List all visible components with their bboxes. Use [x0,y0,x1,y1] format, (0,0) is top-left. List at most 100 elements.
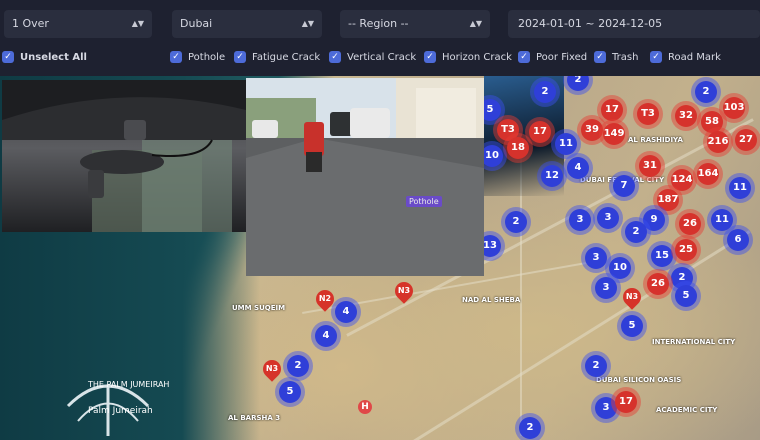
chevron-updown-icon: ▲▼ [301,19,314,28]
map-cluster[interactable]: 3 [597,207,619,229]
map-cluster[interactable]: 2 [534,81,556,103]
pin-label: N3 [397,286,411,295]
map-pin[interactable]: N3 [391,278,417,304]
map-cluster[interactable]: 15 [651,245,673,267]
map-cluster[interactable]: 2 [695,81,717,103]
map-cluster[interactable]: T3 [637,103,659,125]
severity-select[interactable]: 1 Over ▲▼ [4,10,152,38]
map-cluster[interactable]: 5 [279,381,301,403]
map-label-area: AL BARSHA 3 [228,414,281,422]
checkbox-label: Vertical Crack [347,51,417,63]
map-cluster[interactable]: 39 [581,119,603,141]
checkbox-unselect-all[interactable]: ✓ Unselect All [2,50,87,64]
map-cluster[interactable]: 18 [507,137,529,159]
map-cluster[interactable]: 4 [335,301,357,323]
map-cluster[interactable]: 2 [287,355,309,377]
map-cluster[interactable]: 6 [727,229,749,251]
map-cluster[interactable]: 32 [675,105,697,127]
map-cluster[interactable]: 3 [585,247,607,269]
street-video[interactable]: Pothole [246,78,484,276]
map-cluster[interactable]: 4 [315,325,337,347]
pin-label: N3 [625,292,639,301]
map-cluster[interactable]: 2 [519,417,541,439]
checkbox-trash[interactable]: ✓ Trash [594,50,638,64]
map-cluster[interactable]: 2 [585,355,607,377]
dashcam-video[interactable] [2,80,246,232]
map-cluster[interactable]: 2 [505,211,527,233]
region-value: -- Region -- [348,17,409,30]
map-cluster[interactable]: 17 [615,391,637,413]
map-cluster[interactable]: 12 [541,165,563,187]
map-pin[interactable]: N2 [312,286,338,312]
map-cluster[interactable]: 58 [701,111,723,133]
check-icon: ✓ [424,51,436,63]
map-cluster[interactable]: 149 [603,123,625,145]
checkbox-label: Poor Fixed [536,51,588,63]
map-label-area: INTERNATIONAL CITY [652,338,736,346]
map-pin[interactable]: N3 [259,356,285,382]
check-icon: ✓ [234,51,246,63]
checkbox-fatigue-crack[interactable]: ✓ Fatigue Crack [234,50,320,64]
checkbox-label: Pothole [188,51,226,63]
map-cluster[interactable]: 26 [647,273,669,295]
map-cluster[interactable]: 3 [595,277,617,299]
map-cluster[interactable]: 4 [567,157,589,179]
severity-value: 1 Over [12,17,49,30]
checkbox-label: Fatigue Crack [252,51,321,63]
map-label-area: UMM SUQEIM [232,304,286,312]
map-cluster[interactable]: 216 [707,131,729,153]
map-cluster[interactable]: 5 [621,315,643,337]
detection-label-pothole: Pothole [406,196,442,207]
checkbox-horizon-crack[interactable]: ✓ Horizon Crack [424,50,512,64]
checkbox-road-mark[interactable]: ✓ Road Mark [650,50,721,64]
chevron-updown-icon: ▲▼ [131,19,144,28]
map-label-area: NAD AL SHEBA [462,296,521,304]
region-select[interactable]: -- Region -- ▲▼ [340,10,490,38]
checkbox-pothole[interactable]: ✓ Pothole [170,50,225,64]
date-range-input[interactable]: 2024-01-01 ~ 2024-12-05 [508,10,760,38]
map-cluster[interactable]: 124 [671,169,693,191]
map-cluster[interactable]: 10 [481,145,503,167]
city-select[interactable]: Dubai ▲▼ [172,10,322,38]
map-cluster[interactable]: 11 [711,209,733,231]
checkbox-label: Horizon Crack [442,51,512,63]
map-cluster[interactable]: 3 [569,209,591,231]
map-cluster[interactable]: 25 [675,239,697,261]
map-cluster[interactable]: 7 [613,175,635,197]
check-icon: ✓ [2,51,14,63]
chevron-updown-icon: ▲▼ [469,19,482,28]
check-icon: ✓ [594,51,606,63]
map-cluster[interactable]: 103 [723,97,745,119]
map-cluster[interactable]: 187 [657,189,679,211]
checkbox-label: Trash [612,51,639,63]
map-cluster[interactable]: 3 [595,397,617,419]
map-cluster[interactable]: 27 [735,129,757,151]
checkbox-vertical-crack[interactable]: ✓ Vertical Crack [329,50,416,64]
map-cluster[interactable]: 17 [601,99,623,121]
map-cluster[interactable]: 26 [679,213,701,235]
map-cluster[interactable]: 11 [555,133,577,155]
map-cluster[interactable]: 2 [625,221,647,243]
filter-bar: 1 Over ▲▼ Dubai ▲▼ -- Region -- ▲▼ 2024-… [0,0,760,76]
map-cluster[interactable]: 11 [729,177,751,199]
street-scene [246,78,484,276]
checkbox-label: Unselect All [20,51,87,63]
palm-jumeirah-shape [66,384,150,436]
map-pin[interactable]: N3 [619,284,645,310]
map-label-area: ACADEMIC CITY [656,406,718,414]
map-label-palm-name: Palm Jumeirah [88,406,153,416]
date-range-value: 2024-01-01 ~ 2024-12-05 [518,17,663,30]
check-icon: ✓ [329,51,341,63]
map-cluster[interactable]: 2 [567,76,589,91]
pin-label: N3 [265,364,279,373]
checkbox-poor-fixed[interactable]: ✓ Poor Fixed [518,50,587,64]
map-cluster[interactable]: 5 [675,285,697,307]
hospital-icon: H [358,400,372,414]
map-cluster[interactable]: 17 [529,121,551,143]
dashcam-scene [2,80,246,232]
checkbox-label: Road Mark [668,51,721,63]
map-cluster[interactable]: 31 [639,155,661,177]
map-cluster[interactable]: 164 [697,163,719,185]
map-cluster[interactable]: 10 [609,257,631,279]
map-label-area: DUBAI SILICON OASIS [596,376,682,384]
